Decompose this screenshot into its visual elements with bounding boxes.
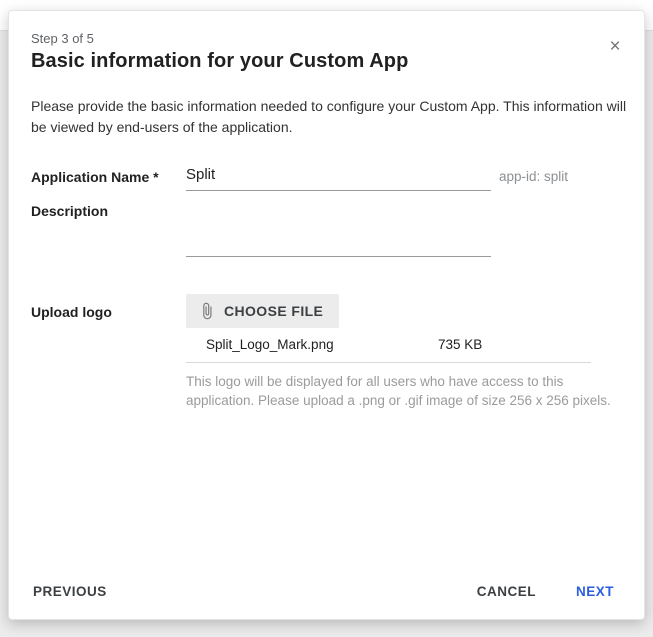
description-label: Description bbox=[31, 201, 186, 219]
application-name-label: Application Name * bbox=[31, 161, 186, 185]
app-id-hint: app-id: split bbox=[499, 161, 568, 184]
uploaded-file-row: Split_Logo_Mark.png 735 KB bbox=[186, 337, 622, 357]
footer-right-actions: CANCEL NEXT bbox=[475, 578, 616, 605]
description-input[interactable] bbox=[186, 201, 491, 257]
cancel-button[interactable]: CANCEL bbox=[475, 578, 538, 605]
step-indicator: Step 3 of 5 bbox=[31, 31, 94, 46]
file-row-divider bbox=[186, 362, 591, 363]
application-name-input[interactable] bbox=[186, 161, 491, 191]
next-button[interactable]: NEXT bbox=[574, 578, 616, 605]
application-name-field-wrap: app-id: split bbox=[186, 161, 568, 191]
choose-file-button[interactable]: CHOOSE FILE bbox=[186, 294, 339, 328]
uploaded-file-name: Split_Logo_Mark.png bbox=[206, 337, 334, 352]
application-name-row: Application Name * app-id: split bbox=[31, 161, 622, 191]
close-icon[interactable]: × bbox=[602, 33, 628, 59]
upload-logo-row: Upload logo CHOOSE FILE Split_Logo_Mark.… bbox=[31, 294, 622, 410]
uploaded-file-size: 735 KB bbox=[438, 337, 482, 352]
upload-logo-column: CHOOSE FILE Split_Logo_Mark.png 735 KB T… bbox=[186, 294, 622, 410]
upload-logo-label: Upload logo bbox=[31, 294, 186, 320]
dialog-footer: PREVIOUS CANCEL NEXT bbox=[31, 578, 616, 605]
paperclip-icon bbox=[198, 302, 216, 320]
description-row: Description bbox=[31, 201, 622, 257]
dialog-description: Please provide the basic information nee… bbox=[31, 96, 627, 138]
dialog-title: Basic information for your Custom App bbox=[31, 50, 408, 73]
basic-info-form: Application Name * app-id: split Descrip… bbox=[31, 161, 622, 410]
choose-file-label: CHOOSE FILE bbox=[224, 303, 323, 319]
upload-help-text: This logo will be displayed for all user… bbox=[186, 372, 622, 410]
previous-button[interactable]: PREVIOUS bbox=[31, 578, 109, 605]
custom-app-dialog: Step 3 of 5 Basic information for your C… bbox=[8, 10, 645, 620]
